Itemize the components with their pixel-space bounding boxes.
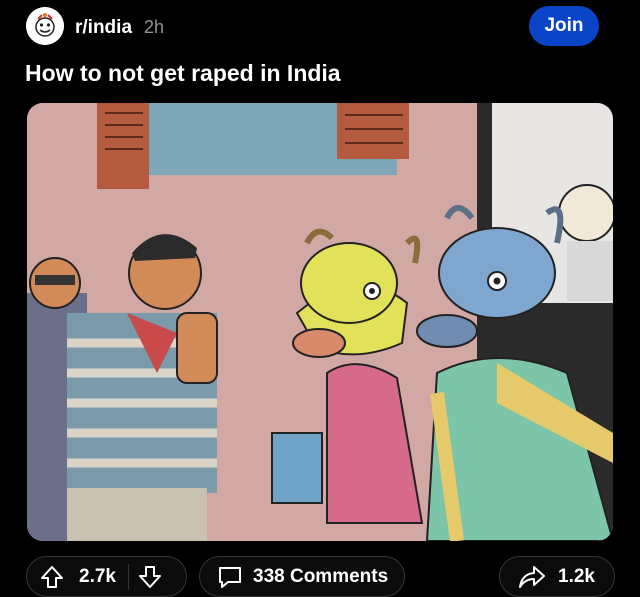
subreddit-avatar[interactable]	[26, 7, 64, 45]
post-header: r/india 2h Join	[26, 6, 616, 46]
join-button[interactable]: Join	[529, 6, 599, 46]
share-arrow-icon	[518, 564, 546, 590]
share-button[interactable]: 1.2k	[499, 556, 615, 597]
post-action-bar: 2.7k 338 Comments 1.2k	[0, 556, 640, 597]
comment-bubble-icon	[217, 564, 243, 590]
subreddit-name[interactable]: r/india	[75, 17, 132, 39]
vote-divider	[127, 563, 129, 590]
upvote-count: 2.7k	[79, 565, 116, 587]
upvote-arrow-icon[interactable]	[39, 564, 65, 590]
post-image[interactable]	[27, 103, 613, 541]
post-timestamp: 2h	[144, 17, 165, 37]
share-count: 1.2k	[558, 565, 595, 587]
cartoon-illustration	[27, 103, 613, 541]
vote-control: 2.7k	[26, 556, 187, 597]
downvote-arrow-icon[interactable]	[137, 564, 163, 590]
post-title[interactable]: How to not get raped in India	[25, 60, 341, 87]
comments-button[interactable]: 338 Comments	[199, 556, 405, 597]
comments-count: 338 Comments	[253, 565, 389, 587]
